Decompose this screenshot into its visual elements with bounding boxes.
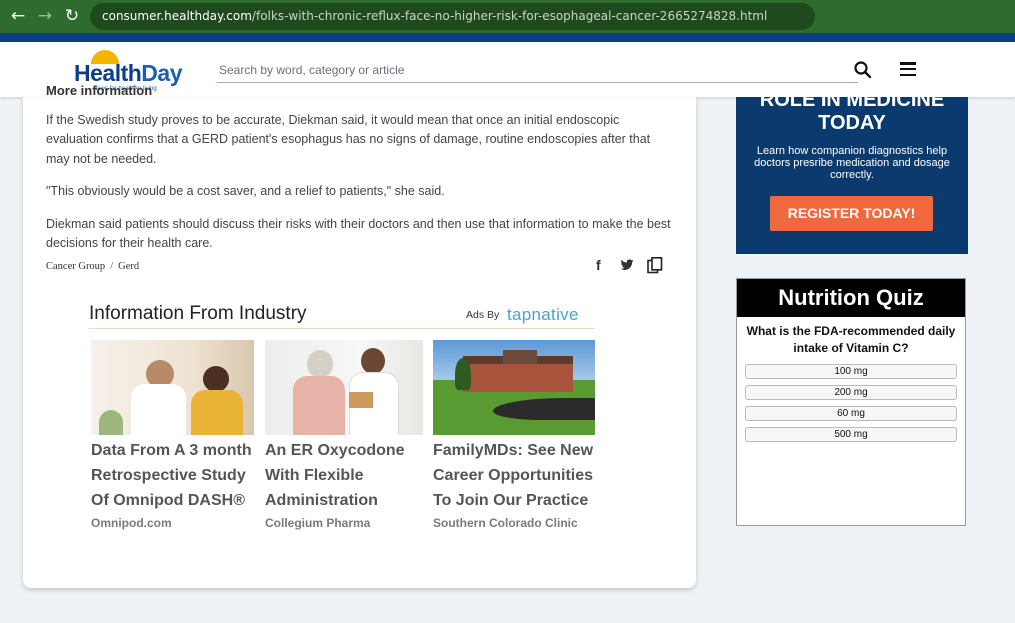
- ad-title[interactable]: FamilyMDs: See New Career Opportunities …: [433, 438, 595, 513]
- twitter-icon[interactable]: [620, 258, 634, 272]
- tag-link[interactable]: Cancer Group: [46, 261, 105, 272]
- ad-card[interactable]: An ER Oxycodone With Flexible Administra…: [265, 340, 423, 530]
- divider: [89, 328, 595, 329]
- ad-image[interactable]: [91, 340, 254, 435]
- tag-separator: /: [110, 261, 114, 272]
- ad-card[interactable]: FamilyMDs: See New Career Opportunities …: [433, 340, 595, 530]
- ad-card[interactable]: Data From A 3 month Retrospective Study …: [91, 340, 254, 530]
- search-input[interactable]: [217, 58, 858, 83]
- url-text: consumer.healthday.com/folks-with-chroni…: [102, 9, 767, 23]
- ad-title[interactable]: Data From A 3 month Retrospective Study …: [91, 438, 254, 513]
- promo-body: Learn how companion diagnostics help doc…: [754, 145, 950, 181]
- article-tags: Cancer Group / Gerd: [46, 261, 139, 272]
- hamburger-menu-icon[interactable]: [900, 62, 916, 77]
- quiz-option[interactable]: 500 mg: [745, 427, 957, 442]
- ad-title[interactable]: An ER Oxycodone With Flexible Administra…: [265, 438, 423, 513]
- ad-source: Southern Colorado Clinic: [433, 516, 578, 530]
- address-bar[interactable]: consumer.healthday.com/folks-with-chroni…: [90, 3, 815, 30]
- ad-source: Omnipod.com: [91, 516, 172, 530]
- article-paragraph: Diekman said patients should discuss the…: [46, 217, 671, 251]
- quiz-option[interactable]: 200 mg: [745, 385, 957, 400]
- promo-banner[interactable]: ROLE IN MEDICINE TODAY Learn how compani…: [736, 89, 968, 254]
- browser-toolbar: ← → ↻ consumer.healthday.com/folks-with-…: [0, 0, 1015, 33]
- ads-section-title: Information From Industry: [89, 303, 307, 324]
- facebook-icon[interactable]: f: [596, 257, 601, 273]
- quiz-option[interactable]: 60 mg: [745, 406, 957, 421]
- quiz-title: Nutrition Quiz: [737, 279, 965, 317]
- forward-arrow-icon[interactable]: →: [35, 6, 55, 26]
- url-path: /folks-with-chronic-reflux-face-no-highe…: [251, 9, 768, 23]
- ad-source: Collegium Pharma: [265, 516, 371, 530]
- section-heading: More information: [46, 83, 153, 98]
- article-paragraph: "This obviously would be a cost saver, a…: [46, 184, 445, 198]
- register-button[interactable]: REGISTER TODAY!: [770, 196, 933, 231]
- article-paragraph: If the Swedish study proves to be accura…: [46, 113, 651, 166]
- tag-link[interactable]: Gerd: [118, 261, 139, 272]
- search-icon[interactable]: [853, 60, 873, 80]
- nutrition-quiz: Nutrition Quiz What is the FDA-recommend…: [736, 278, 966, 526]
- copy-link-icon[interactable]: [647, 257, 663, 274]
- brand-strip: [0, 33, 1015, 42]
- article-card: More information If the Swedish study pr…: [23, 83, 696, 588]
- ad-image[interactable]: [265, 340, 423, 435]
- url-host: consumer.healthday.com: [102, 9, 252, 23]
- ad-image[interactable]: [433, 340, 595, 435]
- tapnative-logo[interactable]: tapnative: [507, 305, 579, 325]
- quiz-option[interactable]: 100 mg: [745, 364, 957, 379]
- reload-icon[interactable]: ↻: [62, 6, 82, 26]
- back-arrow-icon[interactable]: ←: [8, 6, 28, 26]
- promo-heading: ROLE IN MEDICINE TODAY: [759, 89, 945, 134]
- ads-by-label: Ads By: [466, 309, 500, 321]
- quiz-question: What is the FDA-recommended daily intake…: [746, 324, 956, 355]
